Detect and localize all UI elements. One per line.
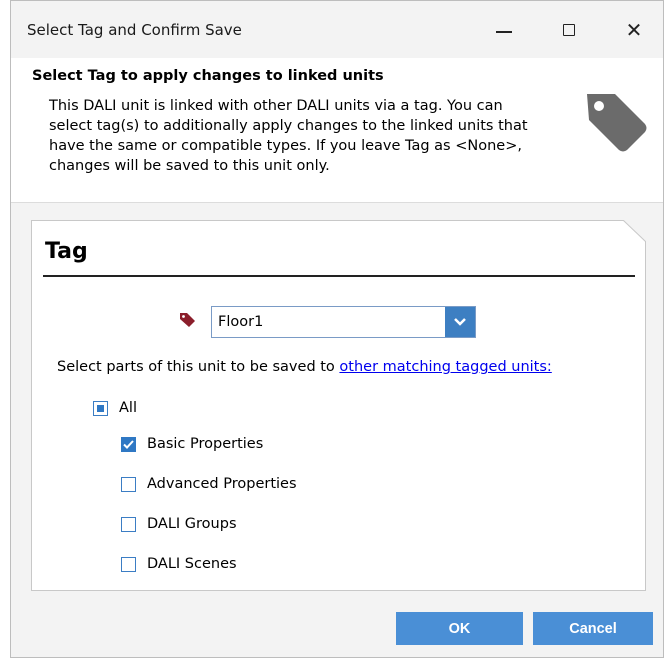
maximize-button[interactable]	[546, 7, 592, 53]
checkbox-dali-groups[interactable]: DALI Groups	[121, 516, 237, 532]
chevron-down-icon	[454, 318, 466, 326]
minimize-icon	[496, 31, 512, 33]
tag-color-icon	[180, 313, 195, 327]
close-icon: ✕	[625, 18, 643, 42]
minimize-button[interactable]	[481, 7, 527, 53]
dialog-header: Select Tag to apply changes to linked un…	[11, 58, 663, 203]
tag-panel: Tag Floor1 Select parts of this unit to …	[31, 220, 646, 591]
checkbox-basic-properties-label: Basic Properties	[147, 436, 264, 452]
header-title: Select Tag to apply changes to linked un…	[32, 68, 384, 84]
window-title: Select Tag and Confirm Save	[27, 21, 242, 39]
checkmark-icon	[123, 439, 134, 449]
matching-units-link[interactable]: other matching tagged units:	[339, 359, 551, 375]
tag-dropdown-value: Floor1	[218, 314, 264, 330]
title-bar: Select Tag and Confirm Save ✕	[11, 1, 663, 58]
tag-dropdown[interactable]: Floor1	[211, 306, 476, 338]
checkbox-advanced-properties-label: Advanced Properties	[147, 476, 297, 492]
panel-corner-fold	[623, 220, 646, 243]
maximize-icon	[563, 24, 575, 36]
checkbox-all[interactable]: All	[93, 400, 137, 416]
cancel-button[interactable]: Cancel	[533, 612, 653, 645]
dialog-window: Select Tag and Confirm Save ✕ Select Tag…	[10, 0, 664, 658]
header-description: This DALI unit is linked with other DALI…	[49, 98, 528, 174]
checkbox-basic-properties-box[interactable]	[121, 436, 136, 452]
checkbox-all-box[interactable]	[93, 400, 108, 416]
checkbox-advanced-properties-box[interactable]	[121, 476, 136, 492]
checkbox-advanced-properties[interactable]: Advanced Properties	[121, 476, 297, 492]
checkbox-basic-properties[interactable]: Basic Properties	[121, 436, 263, 452]
panel-title: Tag	[45, 239, 88, 264]
checkbox-dali-scenes-box[interactable]	[121, 556, 136, 572]
panel-divider	[43, 275, 635, 277]
ok-button[interactable]: OK	[396, 612, 523, 645]
select-parts-label: Select parts of this unit to be saved to	[57, 359, 340, 375]
checkbox-all-label: All	[119, 400, 137, 416]
select-parts-text: Select parts of this unit to be saved to…	[57, 359, 552, 375]
checkbox-dali-groups-box[interactable]	[121, 516, 136, 532]
close-button[interactable]: ✕	[611, 7, 657, 53]
checkbox-dali-groups-label: DALI Groups	[147, 516, 237, 532]
dropdown-toggle[interactable]	[445, 307, 475, 337]
checkbox-dali-scenes[interactable]: DALI Scenes	[121, 556, 237, 572]
tag-icon	[587, 94, 647, 152]
checkbox-dali-scenes-label: DALI Scenes	[147, 556, 237, 572]
